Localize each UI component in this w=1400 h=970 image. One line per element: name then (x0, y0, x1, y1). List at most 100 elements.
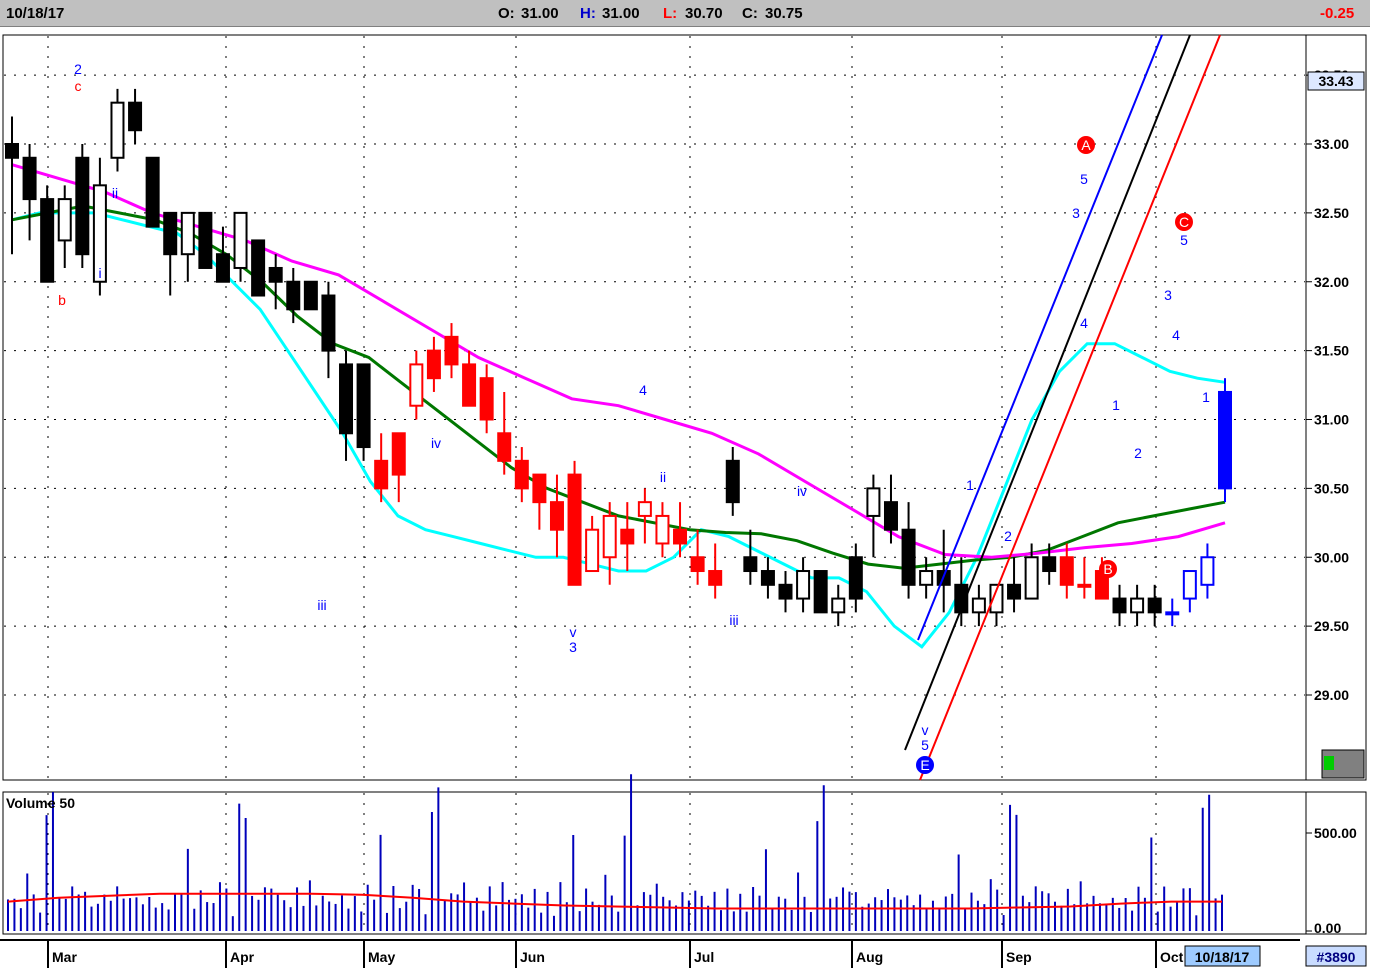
candle-body (796, 570, 811, 600)
candle-body (637, 501, 652, 517)
candle-body (690, 556, 705, 573)
candle-body (339, 363, 354, 435)
wave-label: 1 (1202, 389, 1210, 405)
wave-label: b (58, 292, 66, 308)
candle-body (1200, 556, 1215, 586)
price-tick-label: 32.50 (1314, 205, 1349, 221)
candle-body (215, 253, 230, 283)
footer-date: 10/18/17 (1195, 949, 1250, 965)
candle-body (1218, 390, 1232, 490)
wave-label: 1 (966, 477, 974, 493)
candle-body (321, 294, 336, 352)
candle-body (110, 101, 125, 159)
price-panel-frame (2, 34, 1307, 781)
candle-body (655, 514, 670, 545)
wave-label: iii (729, 612, 738, 628)
price-tick-label: 30.00 (1314, 549, 1349, 565)
candle-body (462, 363, 477, 407)
wave-letter: C (1179, 214, 1189, 230)
wave-label: i (98, 265, 101, 281)
candle-body (479, 377, 494, 421)
candle-body (901, 528, 916, 586)
month-label: Apr (230, 949, 255, 965)
candle-body (426, 349, 441, 380)
month-label: May (368, 949, 395, 965)
volume-tick-label: 500.00 (1314, 825, 1357, 841)
candle-body (198, 211, 213, 269)
ma_short-line (11, 211, 1226, 649)
volume-tick-label: 0.00 (1314, 920, 1341, 936)
month-label: Sep (1006, 949, 1032, 965)
volume-panel-label: Volume 50 (6, 795, 75, 811)
wave-label: 5 (921, 737, 929, 753)
candle-body (1007, 583, 1022, 600)
wave-label: 4 (639, 382, 647, 398)
candle-body (883, 501, 898, 531)
price-tick-label: 30.50 (1314, 480, 1349, 496)
candle-body (1130, 597, 1145, 614)
wave-label: 5 (1180, 232, 1188, 248)
chart-toggle-icon-green (1324, 756, 1334, 770)
month-labels: Mar Apr May Jun Jul Aug Sep Oct (52, 949, 1184, 965)
candle-body (725, 459, 740, 504)
wave-label: 3 (1072, 205, 1080, 221)
candle-body (585, 528, 600, 573)
candle-body (1042, 556, 1057, 573)
wave-label: 1 (1112, 397, 1120, 413)
month-label: Aug (856, 949, 883, 965)
price-tick-label: 32.00 (1314, 274, 1349, 290)
price-chart[interactable]: 2cbiiiiiiivv34iiiiiivv51253453421 1ABCE 2… (0, 0, 1400, 970)
wave-label: 2 (1004, 528, 1012, 544)
candle-body (497, 432, 512, 462)
wave-label: c (75, 78, 82, 94)
candle-body (1182, 570, 1197, 600)
trendline-upper (917, 34, 1163, 641)
candle-body (743, 556, 758, 573)
price-tick-label: 29.00 (1314, 687, 1349, 703)
month-label: Jul (694, 949, 714, 965)
candle-body (866, 487, 881, 517)
wave-label: ii (660, 469, 666, 485)
candle-body (708, 570, 723, 586)
wave-label: iii (317, 597, 326, 613)
candle-body (5, 143, 19, 159)
candle-body (760, 570, 775, 586)
trend-channel (904, 34, 1221, 781)
trendline-middle (904, 34, 1191, 751)
candle-body (303, 280, 318, 311)
trendline-lower (919, 34, 1221, 781)
price-tick-label: 29.50 (1314, 618, 1349, 634)
candle-body (22, 156, 37, 201)
wave-label: 2 (74, 61, 82, 77)
candle-body (374, 459, 389, 490)
month-label: Mar (52, 949, 77, 965)
wave-label: iv (431, 435, 441, 451)
volume-panel-frame (2, 791, 1307, 935)
candle-body (128, 101, 143, 132)
wave-label: 2 (1134, 445, 1142, 461)
candle-body (813, 570, 828, 614)
volume-average-line (7, 892, 1222, 910)
volume-axis-box (1305, 791, 1367, 935)
candle-body (971, 597, 986, 614)
volume-bars (7, 774, 1223, 931)
candles (5, 88, 1232, 627)
month-label: Jun (520, 949, 545, 965)
wave-label: 4 (1172, 327, 1180, 343)
wave-label: ii (112, 185, 118, 201)
price-tick-label: 33.00 (1314, 136, 1349, 152)
candle-body (251, 239, 266, 297)
month-label: Oct (1160, 949, 1184, 965)
candle-body (268, 266, 283, 283)
candle-body (145, 156, 160, 228)
candle-body (831, 597, 846, 614)
footer-id: #3890 (1317, 949, 1356, 965)
wave-letter: B (1103, 561, 1112, 577)
grid (4, 36, 1305, 968)
wave-letter: A (1081, 137, 1091, 153)
wave-label: 5 (1080, 171, 1088, 187)
price-badge: 33.43 (1318, 73, 1353, 89)
wave-label: 3 (569, 639, 577, 655)
candle-body (919, 570, 934, 586)
candle-body (57, 198, 72, 242)
